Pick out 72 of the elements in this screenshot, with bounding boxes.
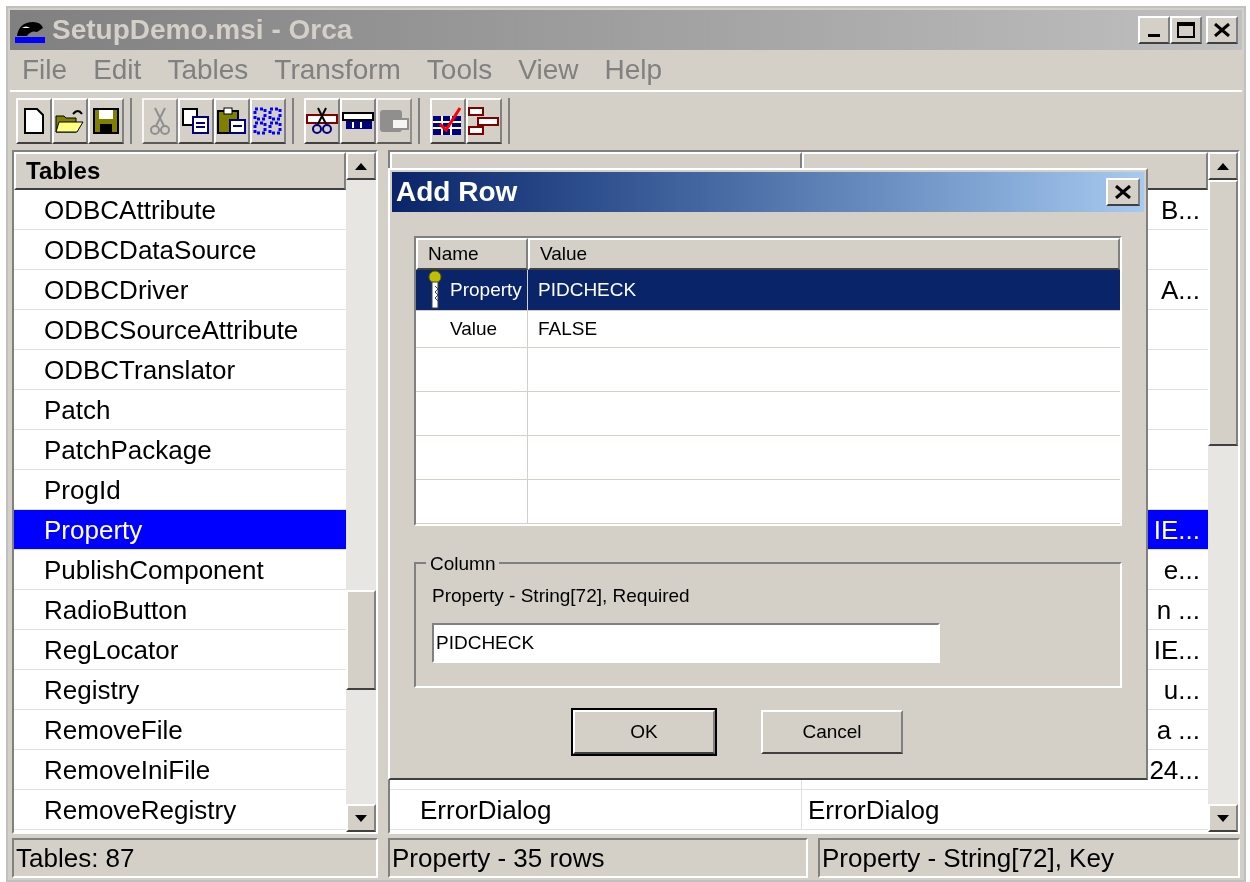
table-cell: n ... <box>1156 596 1200 623</box>
field-row[interactable]: Value FALSE <box>416 311 1120 348</box>
scroll-thumb[interactable] <box>346 590 376 690</box>
toolbar-button[interactable] <box>466 98 502 144</box>
scrollbar[interactable] <box>346 152 376 832</box>
scroll-down-button[interactable] <box>346 804 376 832</box>
dialog-button[interactable]: Cancel <box>761 710 903 754</box>
minimize-icon <box>1148 34 1160 37</box>
maximize-button[interactable] <box>1170 16 1202 44</box>
toolbar-button[interactable] <box>250 98 286 144</box>
column-header: Tables <box>14 152 346 190</box>
row-scissors-icon <box>306 107 338 135</box>
toolbar-button[interactable] <box>178 98 214 144</box>
dialog-button[interactable]: OK <box>573 710 715 754</box>
key-icon <box>425 270 445 310</box>
column-description: Property - String[72], Required <box>432 584 691 608</box>
dialog-title: Add Row <box>396 175 519 209</box>
scroll-thumb[interactable] <box>1208 180 1238 446</box>
input-field[interactable]: PIDCHECK <box>432 622 940 663</box>
scroll-up-button[interactable] <box>346 152 376 180</box>
table-row-icon <box>342 111 374 131</box>
table-cell-text: PIDCHECK <box>538 277 637 302</box>
scroll-up-button[interactable] <box>1208 152 1238 180</box>
clipboard-icon <box>217 107 247 135</box>
toolbar-button[interactable] <box>52 98 88 144</box>
column-header[interactable]: Value <box>528 238 1120 270</box>
table-list-item[interactable]: Property <box>14 510 346 550</box>
scissors-icon <box>149 107 171 135</box>
toolbar-button[interactable] <box>16 98 52 144</box>
toolbar-button[interactable] <box>88 98 124 144</box>
checked-grid-icon <box>432 106 464 136</box>
table-cell: u... <box>1163 676 1200 703</box>
table-cell: ErrorDialog <box>808 796 940 823</box>
up-arrow-icon <box>1217 162 1229 170</box>
maximize-icon <box>1177 22 1195 38</box>
status-bar-panel: Tables: 87 <box>12 838 378 878</box>
close-icon <box>1214 23 1230 37</box>
column-header[interactable]: Name <box>416 238 528 270</box>
down-arrow-icon <box>355 814 367 822</box>
status-bar-panel: Property - 35 rows <box>388 838 808 878</box>
toolbar-button[interactable] <box>214 98 250 144</box>
table-cell: B... <box>1161 196 1200 223</box>
close-icon <box>1115 185 1131 199</box>
table-cell: a ... <box>1156 716 1200 743</box>
table-cell: ErrorDialog <box>420 796 552 823</box>
status-bar-panel: Property - String[72], Key <box>818 838 1240 878</box>
toolbar-button[interactable] <box>304 98 340 144</box>
table-row[interactable]: ErrorDialog ErrorDialog <box>390 790 1208 830</box>
table-cell: e... <box>1163 556 1200 583</box>
toolbar-button[interactable] <box>430 98 466 144</box>
copy-icon <box>182 108 210 134</box>
scroll-down-button[interactable] <box>1208 804 1238 832</box>
toolbar-button[interactable] <box>340 98 376 144</box>
table-cell: IE... <box>1153 516 1200 543</box>
minimize-button[interactable] <box>1138 16 1170 44</box>
table-cell-text: Value <box>450 316 498 341</box>
down-arrow-icon <box>1217 814 1229 822</box>
up-arrow-icon <box>355 162 367 170</box>
stacked-tables-icon <box>468 106 500 136</box>
folder-icon <box>55 108 85 134</box>
close-button[interactable] <box>1106 178 1140 206</box>
table-cell: IE... <box>1153 636 1200 663</box>
scrollbar[interactable] <box>1208 152 1238 832</box>
table-cell-text: FALSE <box>538 316 598 341</box>
dotted-grid-icon <box>253 107 283 135</box>
field-row[interactable]: Property PIDCHECK <box>416 270 1120 311</box>
table-cell-text: Property <box>450 277 522 302</box>
table-cell: 24... <box>1149 756 1200 783</box>
table-cell: A... <box>1161 276 1200 303</box>
window-title: SetupDemo.msi - Orca <box>52 13 354 47</box>
close-button[interactable] <box>1206 16 1238 44</box>
blank-page-icon <box>23 108 45 134</box>
